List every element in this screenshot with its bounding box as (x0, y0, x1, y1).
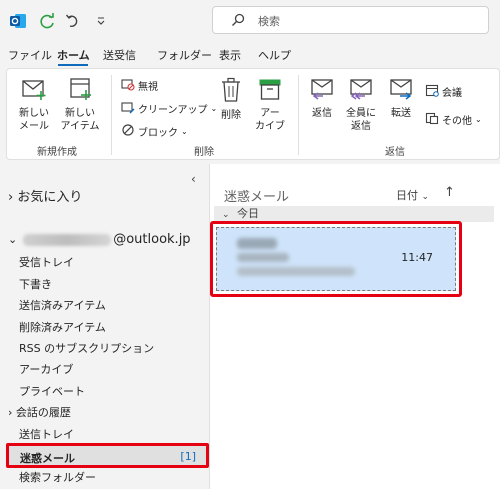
group-delete-label: 削除 (194, 147, 214, 158)
new-item-icon (57, 77, 103, 105)
trash-icon (216, 77, 246, 107)
account-domain: @outlook.jp (113, 232, 191, 247)
sort-label: 日付 (396, 189, 418, 202)
new-mail-label: 新しい メール (19, 108, 49, 132)
ribbon: 新しい メール 新しい アイテム 新規作成 無視 クリーンアップ ⌄ ブロック … (6, 68, 500, 160)
folder-junk-label: 迷惑メール (20, 452, 75, 465)
cleanup-icon (121, 100, 135, 117)
new-item-label: 新しい アイテム (60, 108, 100, 132)
group-header-today[interactable]: ⌄ 今日 (214, 206, 494, 222)
folder-search-folders[interactable]: 検索フォルダー (19, 469, 96, 485)
ribbon-separator (298, 75, 299, 155)
tab-help[interactable]: ヘルプ (258, 47, 291, 63)
message-list: 迷惑メール 日付 ⌄ ↑ ⌄ 今日 11:47 (210, 164, 500, 489)
more-respond-button[interactable]: その他 ⌄ (425, 111, 482, 128)
ribbon-separator (111, 75, 112, 155)
folder-outbox[interactable]: 送信トレイ (19, 426, 74, 442)
message-item[interactable]: 11:47 (216, 227, 456, 291)
favorites-header[interactable]: › お気に入り (8, 186, 82, 205)
chevron-down-icon: ⌄ (421, 192, 430, 202)
group-new-label: 新規作成 (37, 147, 77, 158)
undo-icon[interactable] (63, 11, 83, 31)
customize-toolbar-icon[interactable] (91, 11, 111, 31)
forward-icon (384, 77, 418, 105)
folder-inbox[interactable]: 受信トレイ (19, 254, 74, 270)
cleanup-label: クリーンアップ (138, 105, 208, 116)
forward-button[interactable]: 転送 (384, 77, 418, 120)
delete-label: 削除 (221, 110, 241, 121)
tab-file[interactable]: ファイル (8, 47, 52, 63)
tab-view[interactable]: 表示 (219, 47, 241, 63)
search-box[interactable]: 検索 (212, 6, 489, 34)
tab-home[interactable]: ホーム (57, 47, 90, 63)
more-respond-label: その他 (442, 116, 472, 127)
folder-private[interactable]: プライベート (19, 383, 85, 399)
sender-redacted (237, 238, 277, 249)
forward-label: 転送 (391, 108, 411, 119)
calendar-icon (425, 83, 439, 100)
tab-folder[interactable]: フォルダー (157, 47, 212, 63)
group-respond-label: 返信 (385, 147, 405, 158)
group-today-label: 今日 (237, 207, 260, 220)
message-time: 11:47 (401, 251, 433, 264)
archive-icon (253, 77, 287, 105)
folder-drafts[interactable]: 下書き (19, 276, 52, 292)
reply-button[interactable]: 返信 (305, 77, 339, 120)
block-label: ブロック (138, 128, 178, 139)
chevron-down-icon: ⌄ (8, 233, 18, 246)
sync-icon[interactable] (37, 11, 57, 31)
cleanup-button[interactable]: クリーンアップ ⌄ (121, 100, 217, 117)
outlook-logo-icon (8, 11, 28, 31)
reply-label: 返信 (312, 108, 332, 119)
ignore-label: 無視 (138, 82, 158, 93)
message-highlight: 11:47 (210, 221, 462, 297)
meeting-label: 会議 (442, 88, 462, 99)
sort-by-date-button[interactable]: 日付 ⌄ (396, 187, 429, 203)
chevron-down-icon: ⌄ (475, 115, 482, 124)
new-mail-icon (14, 77, 54, 105)
more-respond-icon (425, 111, 439, 128)
delete-button[interactable]: 削除 (216, 77, 246, 122)
block-button[interactable]: ブロック ⌄ (121, 123, 188, 140)
favorites-label: お気に入り (17, 190, 83, 205)
collapse-pane-icon[interactable]: ‹ (191, 172, 196, 186)
reply-all-icon (342, 77, 380, 105)
ribbon-tabs: ファイル ホーム 送受信 フォルダー 表示 ヘルプ (0, 42, 500, 66)
sort-direction-icon[interactable]: ↑ (444, 185, 455, 200)
meeting-button[interactable]: 会議 (425, 83, 462, 100)
new-item-button[interactable]: 新しい アイテム (57, 77, 103, 133)
reply-all-label: 全員に 返信 (346, 108, 376, 132)
reply-all-button[interactable]: 全員に 返信 (342, 77, 380, 133)
account-name-redacted (23, 233, 112, 246)
folder-junk-selected[interactable]: 迷惑メール [1] (6, 443, 209, 468)
message-list-title: 迷惑メール (224, 190, 290, 205)
archive-label: アー カイブ (255, 108, 285, 132)
search-placeholder: 検索 (258, 15, 280, 28)
junk-unread-count: [1] (180, 450, 196, 463)
folder-conversation-history[interactable]: › 会話の履歴 (8, 404, 71, 420)
folder-pane: ‹ › お気に入り ⌄ @outlook.jp 受信トレイ 下書き 送信済みアイ… (0, 164, 210, 489)
subject-redacted (237, 253, 289, 262)
reply-icon (305, 77, 339, 105)
search-icon (231, 13, 245, 30)
preview-redacted (237, 267, 355, 276)
ignore-icon (121, 77, 135, 94)
archive-button[interactable]: アー カイブ (253, 77, 287, 133)
title-bar: 検索 (0, 0, 500, 42)
chevron-down-icon: ⌄ (181, 127, 188, 136)
active-tab-indicator (58, 64, 88, 66)
tab-send-receive[interactable]: 送受信 (103, 47, 136, 63)
folder-sent[interactable]: 送信済みアイテム (19, 297, 106, 313)
folder-rss[interactable]: RSS のサブスクリプション (19, 340, 154, 356)
block-icon (121, 123, 135, 140)
chevron-right-icon: › (8, 406, 13, 419)
chevron-right-icon: › (8, 190, 14, 205)
folder-archive[interactable]: アーカイブ (19, 361, 73, 377)
new-mail-button[interactable]: 新しい メール (14, 77, 54, 133)
folder-deleted[interactable]: 削除済みアイテム (19, 319, 106, 335)
account-header[interactable]: ⌄ @outlook.jp (8, 232, 191, 247)
chevron-down-icon: ⌄ (222, 210, 230, 220)
ignore-button[interactable]: 無視 (121, 77, 158, 94)
folder-conversation-history-label: 会話の履歴 (15, 406, 71, 419)
